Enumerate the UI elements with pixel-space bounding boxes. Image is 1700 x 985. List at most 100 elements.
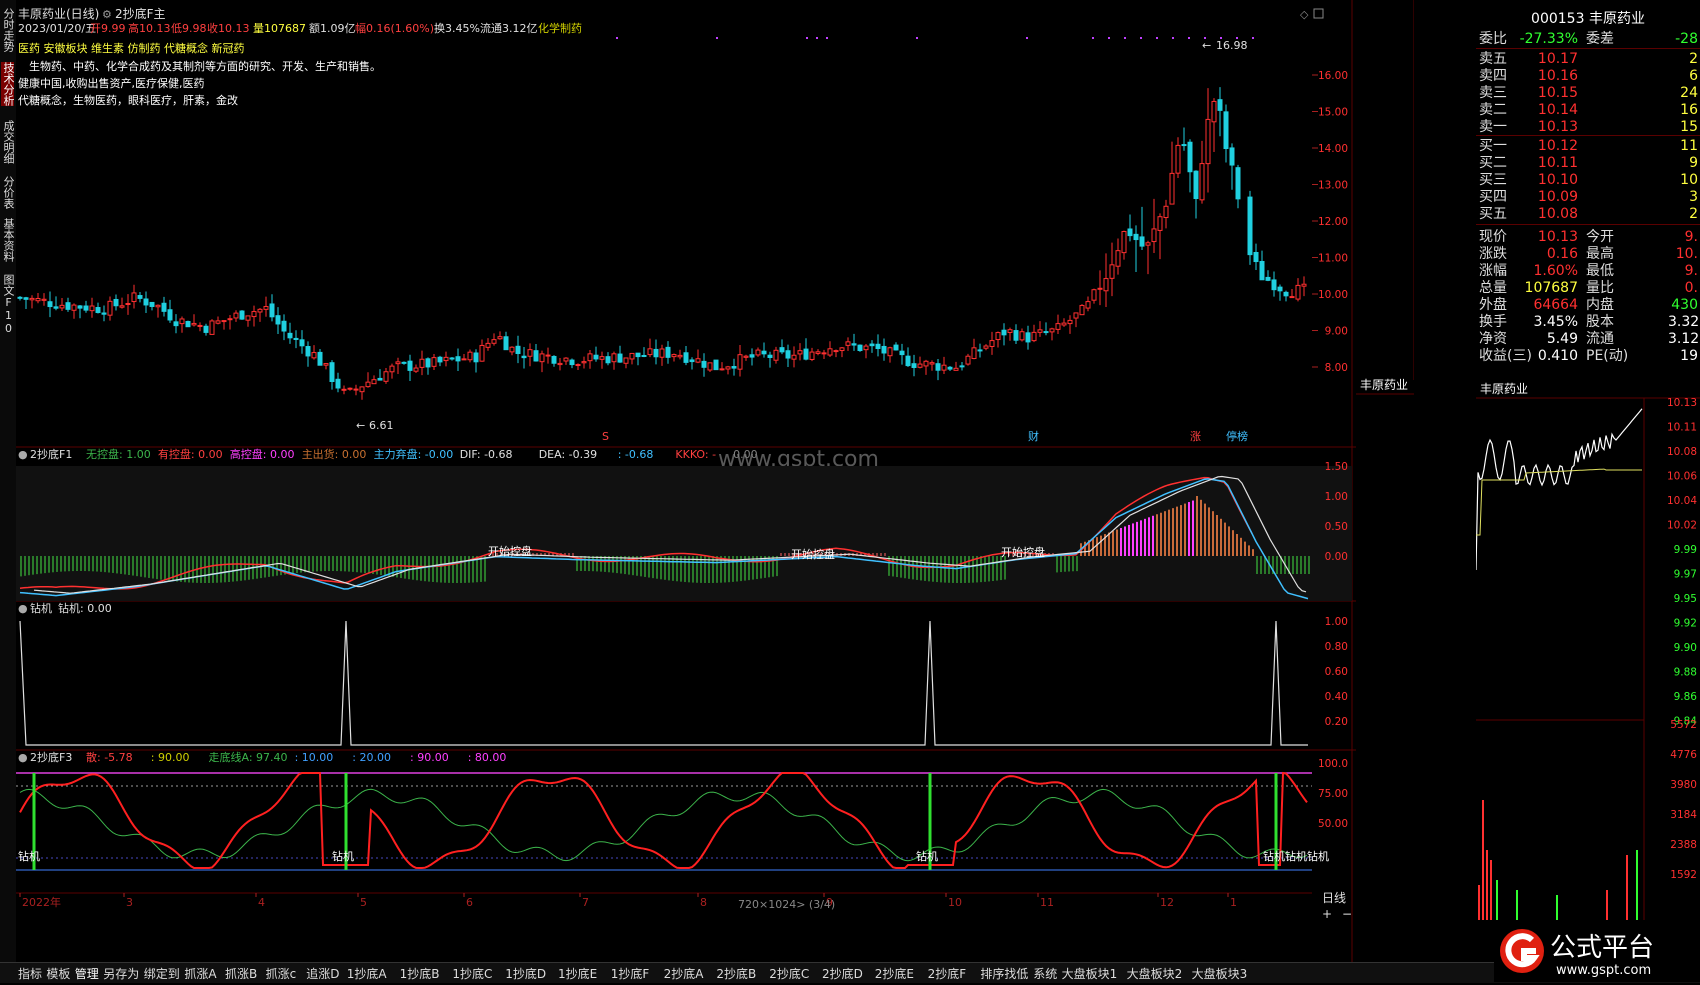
bottom-tab-0[interactable]: 指标 <box>18 965 42 982</box>
diamond-icon[interactable]: ◇ <box>1300 8 1309 21</box>
concept-line-3: 健康中国,收购出售资产,医疗保健,医药 <box>18 76 205 90</box>
bar-change: 幅0.16(1.60%) <box>355 22 434 35</box>
intraday-price-tick: 9.86 <box>1674 691 1698 703</box>
intraday-price-tick: 10.04 <box>1667 495 1697 507</box>
time-label: 7 <box>582 896 589 909</box>
status-text: 720×1024> (3/4) <box>738 898 835 911</box>
f3-legend-item: 散: -5.78 <box>86 750 133 764</box>
bottom-tab-3[interactable]: 另存为 <box>103 965 139 982</box>
f3-legend-item: : 10.00 <box>295 751 334 764</box>
settings-gear-icon[interactable]: ⚙ <box>102 8 112 21</box>
tab-timeshare[interactable]: 分时走势 <box>1 8 15 52</box>
f1-legend-item: 主力弃盘: -0.00 <box>374 447 454 461</box>
price-tick: 12.00 <box>1318 216 1348 228</box>
intraday-vol-tick: 3184 <box>1670 809 1697 821</box>
intraday-vol-tick: 3980 <box>1670 779 1697 791</box>
bottom-tab-25[interactable]: 大盘板块3 <box>1192 965 1248 982</box>
f3-zj-label-4: 钻机钻机钻机 <box>1263 849 1329 863</box>
time-label: 12 <box>1160 896 1174 909</box>
intraday-vol-tick: 4776 <box>1670 749 1697 761</box>
bar-turnover: 换3.45% <box>434 21 480 35</box>
bottom-tab-1[interactable]: 模板 <box>46 965 70 982</box>
quote-value: 2 <box>1689 206 1698 222</box>
f1-title[interactable]: 2抄底F1 <box>30 447 72 461</box>
f3-tick: 100.0 <box>1318 758 1348 770</box>
tab-f10[interactable]: 图文F10 <box>1 274 15 335</box>
bottom-tab-16[interactable]: 2抄底B <box>716 965 756 982</box>
zj-tick: 0.40 <box>1325 691 1348 703</box>
bar-float-cap: 流通3.12亿 <box>480 21 538 35</box>
f1-legend-item: 0.00 <box>733 448 758 461</box>
bottom-tab-6[interactable]: 抓涨B <box>225 965 257 982</box>
bottom-tab-7[interactable]: 抓涨c <box>266 965 297 982</box>
f1-legend-item: KKKO: - <box>675 448 716 461</box>
bottom-tab-18[interactable]: 2抄底D <box>822 965 863 982</box>
time-label: 5 <box>360 896 367 909</box>
tab-trade-details[interactable]: 成交明细 <box>1 120 15 164</box>
marker-limit-up: 涨 <box>1190 430 1201 443</box>
quote-label: PE(动) <box>1586 348 1629 364</box>
formula-name[interactable]: 2抄底F主 <box>115 6 166 21</box>
bottom-tab-19[interactable]: 2抄底E <box>875 965 914 982</box>
f1-legend-item: 无控盘: 1.00 <box>86 447 151 461</box>
bottom-tab-23[interactable]: 大盘板块1 <box>1062 965 1118 982</box>
price-tick: 10.00 <box>1318 289 1348 301</box>
marker-s: S <box>602 430 609 443</box>
quote-label: 委差 <box>1586 31 1614 47</box>
left-tab-bar: 分时走势 技术分析 成交明细 分价表 基本资料 图文F10 <box>0 0 17 962</box>
f3-legend-item: 走底线A: 97.40 <box>209 750 288 764</box>
quote-value: -27.33% <box>1519 31 1578 47</box>
intraday-price-tick: 10.06 <box>1667 471 1697 483</box>
bottom-tab-15[interactable]: 2抄底A <box>664 965 704 982</box>
bottom-tab-2[interactable]: 管理 <box>75 965 99 982</box>
bar-high: 高10.13 <box>128 21 171 35</box>
intraday-price-tick: 10.02 <box>1667 520 1697 532</box>
f3-title[interactable]: 2抄底F3 <box>30 750 72 764</box>
tab-fundamentals[interactable]: 基本资料 <box>1 218 15 262</box>
bottom-tab-21[interactable]: 排序找低 <box>980 965 1028 982</box>
bottom-tab-5[interactable]: 抓涨A <box>184 965 216 982</box>
quote-value: 10.08 <box>1537 206 1578 222</box>
f1-toggle-icon[interactable]: ● <box>18 448 28 461</box>
bottom-tab-13[interactable]: 1抄底E <box>558 965 597 982</box>
quote-value: 0.410 <box>1537 348 1578 364</box>
bottom-tab-20[interactable]: 2抄底F <box>928 965 967 982</box>
bottom-tab-14[interactable]: 1抄底F <box>611 965 650 982</box>
main-chart-area[interactable]: 丰原药业(日线) ⚙ 2抄底F主 2023/01/20/五 开9.99 高10.… <box>16 0 1414 962</box>
f1-legend-item: 有控盘: 0.00 <box>158 447 223 461</box>
f1-tick: 0.00 <box>1325 551 1348 563</box>
period-label[interactable]: 日线 <box>1322 891 1346 905</box>
bottom-tab-24[interactable]: 大盘板块2 <box>1127 965 1183 982</box>
time-label: 11 <box>1040 896 1054 909</box>
bottom-tab-22[interactable]: 系统 <box>1033 965 1057 982</box>
price-tick: 11.00 <box>1318 253 1348 265</box>
zoom-out-icon[interactable]: − <box>1342 907 1352 921</box>
zj-value: 钻机: 0.00 <box>58 601 112 615</box>
price-tick: 16.00 <box>1318 70 1348 82</box>
f3-legend-item: : 90.00 <box>151 751 190 764</box>
bottom-tab-9[interactable]: 1抄底A <box>347 965 387 982</box>
f3-toggle-icon[interactable]: ● <box>18 751 28 764</box>
zj-title[interactable]: 钻机 <box>30 601 52 615</box>
bar-date: 2023/01/20/五 <box>18 22 96 35</box>
f3-zj-label-1: 钻机 <box>18 849 40 863</box>
quote-title: 000153 丰原药业 <box>1531 11 1645 27</box>
tab-price-table[interactable]: 分价表 <box>1 176 15 209</box>
intraday-vol-tick: 2388 <box>1670 839 1697 851</box>
zoom-in-icon[interactable]: + <box>1322 907 1332 921</box>
price-tick: 14.00 <box>1318 143 1348 155</box>
stock-title: 丰原药业(日线) <box>18 7 99 21</box>
bottom-tab-10[interactable]: 1抄底B <box>400 965 440 982</box>
bottom-tab-17[interactable]: 2抄底C <box>769 965 809 982</box>
f1-tick: 1.00 <box>1325 491 1348 503</box>
concept-line-4: 代糖概念，生物医药，眼科医疗，肝素，金改 <box>18 93 238 107</box>
bottom-tab-4[interactable]: 绑定到 <box>144 965 180 982</box>
tab-technical-analysis[interactable]: 技术分析 <box>1 62 15 106</box>
f1-legend-item: 主出货: 0.00 <box>302 447 367 461</box>
bar-volume: 量107687 <box>253 22 306 35</box>
zj-toggle-icon[interactable]: ● <box>18 602 28 615</box>
bottom-tab-11[interactable]: 1抄底C <box>452 965 492 982</box>
bottom-tab-12[interactable]: 1抄底D <box>505 965 546 982</box>
bottom-tab-8[interactable]: 追涨D <box>306 965 339 982</box>
f1-tick: 1.50 <box>1325 461 1348 473</box>
